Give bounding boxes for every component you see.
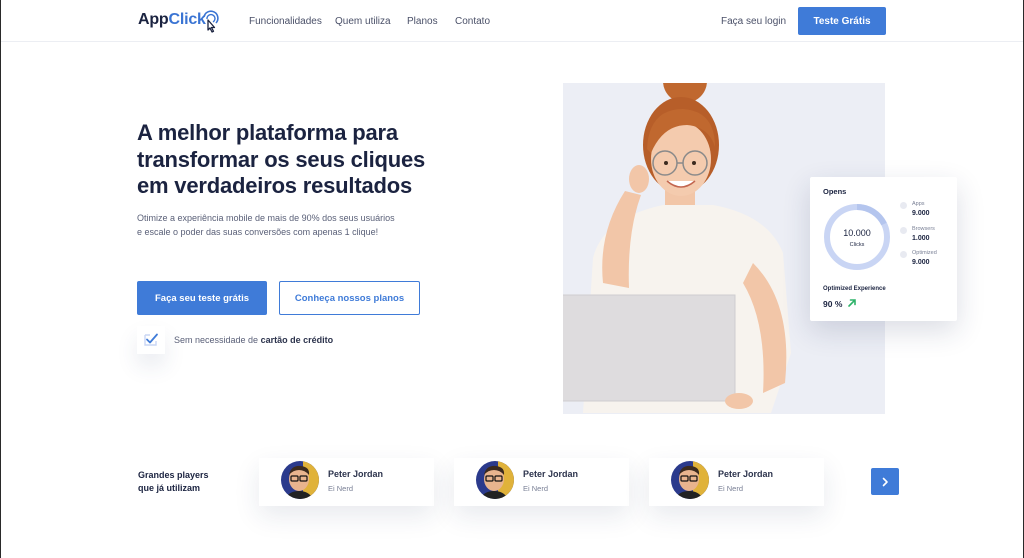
legend-label: Apps bbox=[912, 201, 925, 207]
no-credit-card-note: Sem necessidade de cartão de crédito bbox=[174, 335, 333, 345]
free-trial-button[interactable]: Teste Grátis bbox=[798, 7, 886, 35]
legend-label: Browsers bbox=[912, 226, 935, 232]
start-trial-button[interactable]: Faça seu teste grátis bbox=[137, 281, 267, 315]
hero-title-line: transformar os seus cliques bbox=[137, 146, 426, 172]
hero-subtitle: Otimize a experiência mobile de mais de … bbox=[137, 211, 437, 239]
legend-value: 9.000 bbox=[912, 210, 930, 217]
hero-subtitle-line: Otimize a experiência mobile de mais de … bbox=[137, 213, 395, 223]
cursor-click-icon bbox=[203, 10, 219, 33]
checkmark-badge bbox=[137, 326, 165, 354]
nav-link-contato[interactable]: Contato bbox=[455, 16, 490, 27]
optimized-experience-value: 90 % bbox=[823, 299, 843, 309]
legend-dot bbox=[900, 202, 907, 209]
legend-dot bbox=[900, 227, 907, 234]
view-plans-button[interactable]: Conheça nossos planos bbox=[279, 281, 420, 315]
top-navbar: AppClick Funcionalidades Quem utiliza Pl… bbox=[1, 0, 1023, 42]
hero-title-line: em verdadeiros resultados bbox=[137, 173, 413, 198]
players-heading: Grandes players que já utilizam bbox=[138, 469, 209, 494]
check-icon bbox=[144, 333, 158, 346]
hero-subtitle-line: e escale o poder das suas conversões com… bbox=[137, 227, 379, 237]
player-card[interactable]: Peter Jordan Ei Nerd bbox=[259, 458, 434, 506]
avatar bbox=[671, 461, 709, 499]
players-heading-line: que já utilizam bbox=[138, 482, 201, 493]
player-card[interactable]: Peter Jordan Ei Nerd bbox=[649, 458, 824, 506]
player-card[interactable]: Peter Jordan Ei Nerd bbox=[454, 458, 629, 506]
note-text: Sem necessidade de bbox=[174, 335, 259, 345]
player-name: Peter Jordan bbox=[718, 469, 774, 479]
arrow-up-right-icon bbox=[848, 299, 856, 307]
nav-link-funcionalidades[interactable]: Funcionalidades bbox=[249, 16, 322, 27]
chevron-right-icon bbox=[882, 477, 888, 486]
avatar bbox=[281, 461, 319, 499]
hero-title: A melhor plataforma para transformar os … bbox=[137, 120, 517, 200]
legend-value: 9.000 bbox=[912, 259, 930, 266]
player-name: Peter Jordan bbox=[328, 469, 384, 479]
login-link[interactable]: Faça seu login bbox=[721, 16, 786, 27]
legend-label: Optimized bbox=[912, 250, 937, 256]
clicks-label: Clicks bbox=[849, 242, 865, 248]
nav-link-quem-utiliza[interactable]: Quem utiliza bbox=[335, 16, 391, 27]
stats-title: Opens bbox=[823, 187, 847, 196]
player-company: Ei Nerd bbox=[718, 484, 744, 493]
nav-link-planos[interactable]: Planos bbox=[407, 16, 438, 27]
optimized-experience-label: Optimized Experience bbox=[823, 286, 886, 292]
player-name: Peter Jordan bbox=[523, 469, 579, 479]
logo[interactable]: AppClick bbox=[138, 11, 206, 29]
note-bold-text: cartão de crédito bbox=[260, 335, 334, 345]
carousel-next-button[interactable] bbox=[871, 468, 899, 495]
players-heading-line: Grandes players bbox=[138, 470, 209, 480]
legend-dot bbox=[900, 251, 907, 258]
avatar bbox=[476, 461, 514, 499]
player-company: Ei Nerd bbox=[328, 484, 354, 493]
hero-title-line: A melhor plataforma para bbox=[137, 120, 398, 145]
stats-card: Opens 10.000 Clicks Apps 9.000 Browsers … bbox=[810, 177, 957, 321]
logo-text-app: App bbox=[138, 11, 169, 28]
clicks-value: 10.000 bbox=[843, 228, 871, 238]
legend-value: 1.000 bbox=[912, 235, 930, 242]
player-company: Ei Nerd bbox=[523, 484, 549, 493]
